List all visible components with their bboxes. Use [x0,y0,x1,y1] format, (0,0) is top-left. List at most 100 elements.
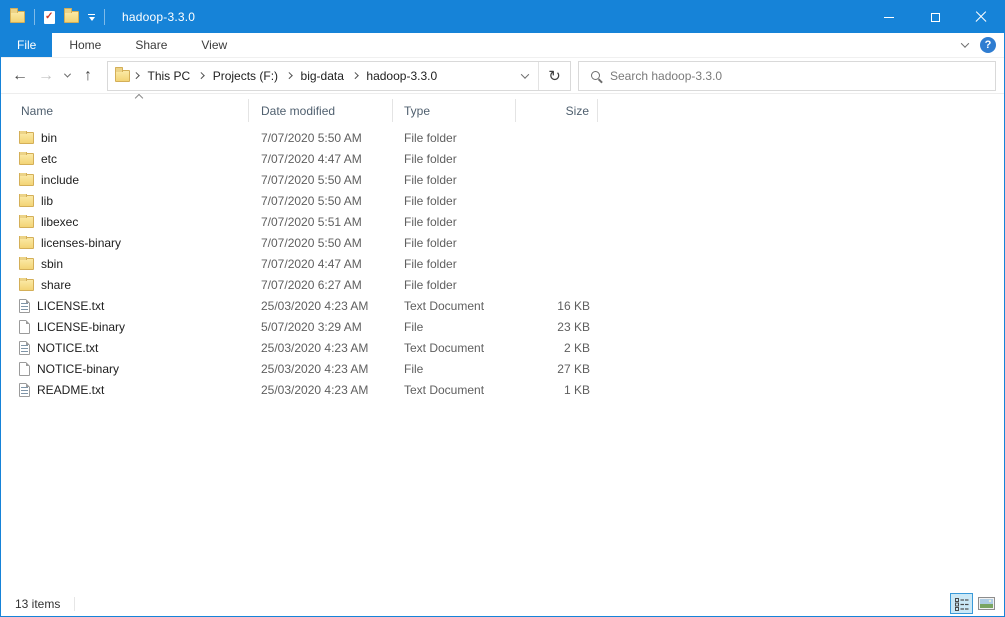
file-row[interactable]: etc 7/07/2020 4:47 AM File folder [1,148,1004,169]
refresh-button[interactable]: ↻ [539,62,570,90]
file-date-modified: 25/03/2020 4:23 AM [249,299,393,313]
file-size: 16 KB [516,299,598,313]
file-type: File folder [393,236,516,250]
file-date-modified: 25/03/2020 4:23 AM [249,341,393,355]
file-type: File folder [393,257,516,271]
file-size: 23 KB [516,320,598,334]
recent-locations-chevron-icon[interactable] [59,62,75,90]
status-separator [74,597,75,611]
tab-share[interactable]: Share [118,33,184,57]
address-bar[interactable]: This PC Projects (F:) big-data hadoop-3.… [107,61,571,91]
file-date-modified: 25/03/2020 4:23 AM [249,383,393,397]
folder-icon [19,195,34,207]
address-dropdown-chevron-icon[interactable] [512,62,538,90]
file-name[interactable]: include [41,173,79,187]
title-bar: hadoop-3.3.0 [1,1,1004,33]
folder-icon [19,153,34,165]
minimize-icon [884,17,894,18]
new-folder-icon[interactable] [64,11,79,23]
window-title: hadoop-3.3.0 [122,10,195,24]
file-name[interactable]: licenses-binary [41,236,121,250]
file-name[interactable]: lib [41,194,53,208]
tab-home[interactable]: Home [52,33,118,57]
breadcrumb-chevron-icon[interactable] [198,72,204,78]
file-date-modified: 25/03/2020 4:23 AM [249,362,393,376]
forward-button: → [33,62,59,90]
window-folder-icon [10,11,25,23]
folder-icon [19,132,34,144]
file-row[interactable]: include 7/07/2020 5:50 AM File folder [1,169,1004,190]
folder-icon [19,258,34,270]
file-name[interactable]: etc [41,152,57,166]
tab-file[interactable]: File [1,33,52,57]
large-icons-view-icon [978,597,995,610]
up-button[interactable]: ↑ [75,62,101,90]
search-input[interactable] [610,69,995,83]
close-button[interactable] [958,1,1004,33]
column-header-date-modified[interactable]: Date modified [249,99,393,122]
file-date-modified: 7/07/2020 5:50 AM [249,131,393,145]
file-type: File folder [393,215,516,229]
breadcrumb-this-pc[interactable]: This PC [143,69,196,83]
file-list-rows: bin 7/07/2020 5:50 AM File folder etc 7/… [1,127,1004,400]
help-icon[interactable]: ? [980,37,996,53]
column-header-type[interactable]: Type [393,99,516,122]
toolbar-separator [34,9,35,25]
file-name[interactable]: NOTICE.txt [37,341,98,355]
breadcrumb: This PC Projects (F:) big-data hadoop-3.… [108,62,512,90]
file-list-pane: Name Date modified Type Size bin 7/07/20… [1,94,1004,591]
file-row[interactable]: libexec 7/07/2020 5:51 AM File folder [1,211,1004,232]
file-row[interactable]: bin 7/07/2020 5:50 AM File folder [1,127,1004,148]
file-name[interactable]: libexec [41,215,78,229]
file-name[interactable]: README.txt [37,383,104,397]
breadcrumb-chevron-icon[interactable] [133,72,139,78]
file-row[interactable]: LICENSE-binary 5/07/2020 3:29 AM File 23… [1,316,1004,337]
search-box[interactable] [578,61,996,91]
expand-ribbon-chevron-icon[interactable] [961,39,969,47]
file-type: Text Document [393,299,516,313]
minimize-button[interactable] [866,1,912,33]
navigation-buttons: ← → ↑ [1,62,107,90]
file-name[interactable]: sbin [41,257,63,271]
column-header-size[interactable]: Size [516,99,598,122]
back-button[interactable]: ← [7,62,33,90]
file-name[interactable]: LICENSE-binary [37,320,125,334]
file-type: File folder [393,152,516,166]
file-row[interactable]: README.txt 25/03/2020 4:23 AM Text Docum… [1,379,1004,400]
tab-view[interactable]: View [184,33,244,57]
properties-check-icon[interactable] [44,11,55,24]
file-type: Text Document [393,341,516,355]
text-file-icon [19,341,30,355]
address-row: ← → ↑ This PC Projects (F:) big-data had… [1,58,1004,94]
file-row[interactable]: LICENSE.txt 25/03/2020 4:23 AM Text Docu… [1,295,1004,316]
breadcrumb-chevron-icon[interactable] [352,72,358,78]
file-row[interactable]: lib 7/07/2020 5:50 AM File folder [1,190,1004,211]
file-name[interactable]: NOTICE-binary [37,362,119,376]
file-row[interactable]: sbin 7/07/2020 4:47 AM File folder [1,253,1004,274]
large-icons-view-button[interactable] [975,593,998,614]
file-name[interactable]: LICENSE.txt [37,299,104,313]
view-toggles [950,593,1004,614]
file-row[interactable]: licenses-binary 7/07/2020 5:50 AM File f… [1,232,1004,253]
file-type: File folder [393,131,516,145]
customize-toolbar-caret-icon[interactable] [88,14,95,21]
breadcrumb-hadoop-3-3-0[interactable]: hadoop-3.3.0 [361,69,442,83]
folder-icon [19,216,34,228]
file-type: File folder [393,278,516,292]
breadcrumb-big-data[interactable]: big-data [296,69,349,83]
explorer-window: hadoop-3.3.0 File Home Share View ? ← → … [0,0,1005,617]
maximize-button[interactable] [912,1,958,33]
file-row[interactable]: NOTICE-binary 25/03/2020 4:23 AM File 27… [1,358,1004,379]
file-row[interactable]: NOTICE.txt 25/03/2020 4:23 AM Text Docum… [1,337,1004,358]
maximize-icon [931,13,940,22]
breadcrumb-chevron-icon[interactable] [286,72,292,78]
file-type: File [393,362,516,376]
breadcrumb-projects-f[interactable]: Projects (F:) [208,69,283,83]
file-name[interactable]: bin [41,131,57,145]
file-row[interactable]: share 7/07/2020 6:27 AM File folder [1,274,1004,295]
column-header-name[interactable]: Name [1,99,249,122]
file-name[interactable]: share [41,278,71,292]
file-date-modified: 7/07/2020 4:47 AM [249,152,393,166]
file-date-modified: 7/07/2020 5:50 AM [249,236,393,250]
details-view-button[interactable] [950,593,973,614]
